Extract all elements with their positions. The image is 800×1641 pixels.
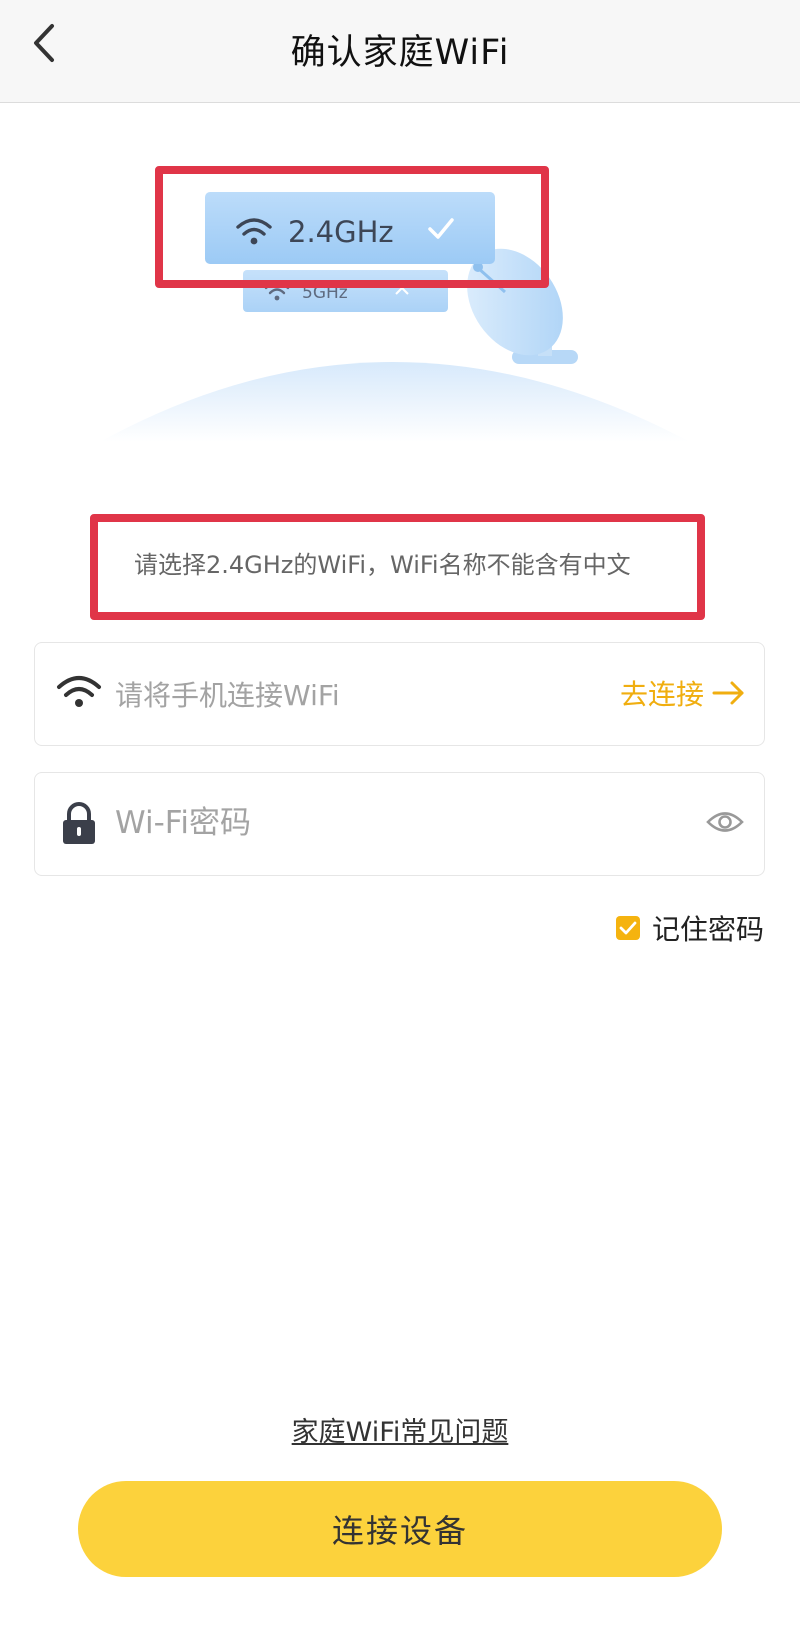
- faq-link[interactable]: 家庭WiFi常见问题: [0, 1410, 800, 1449]
- go-connect-label: 去连接: [619, 678, 704, 711]
- band-illustration: 5GHz 2.4GHz: [0, 102, 800, 482]
- password-field: [34, 772, 765, 876]
- go-connect-link[interactable]: 去连接: [620, 673, 746, 713]
- password-input[interactable]: [115, 795, 675, 851]
- lock-icon: [63, 802, 95, 844]
- wifi-icon: [57, 676, 101, 707]
- wifi-field[interactable]: 请将手机连接WiFi 去连接: [34, 642, 765, 746]
- arrow-right-icon: [712, 681, 744, 705]
- checkmark-icon: [619, 921, 637, 935]
- highlight-box-24g: [155, 166, 549, 288]
- remember-label: 记住密码: [651, 913, 764, 946]
- hint-box: 请选择2.4GHz的WiFi，WiFi名称不能含有中文: [90, 514, 705, 620]
- nav-bar: 确认家庭WiFi: [0, 0, 800, 103]
- connect-device-button[interactable]: 连接设备: [78, 1481, 722, 1577]
- wifi-placeholder: 请将手机连接WiFi: [115, 679, 340, 712]
- remember-password-toggle[interactable]: 记住密码: [615, 908, 764, 948]
- eye-icon[interactable]: [706, 807, 744, 837]
- hint-text: 请选择2.4GHz的WiFi，WiFi名称不能含有中文: [134, 551, 631, 579]
- remember-checkbox[interactable]: [615, 916, 640, 940]
- illustration-graphic: 5GHz 2.4GHz: [100, 192, 690, 442]
- page-title: 确认家庭WiFi: [290, 33, 510, 73]
